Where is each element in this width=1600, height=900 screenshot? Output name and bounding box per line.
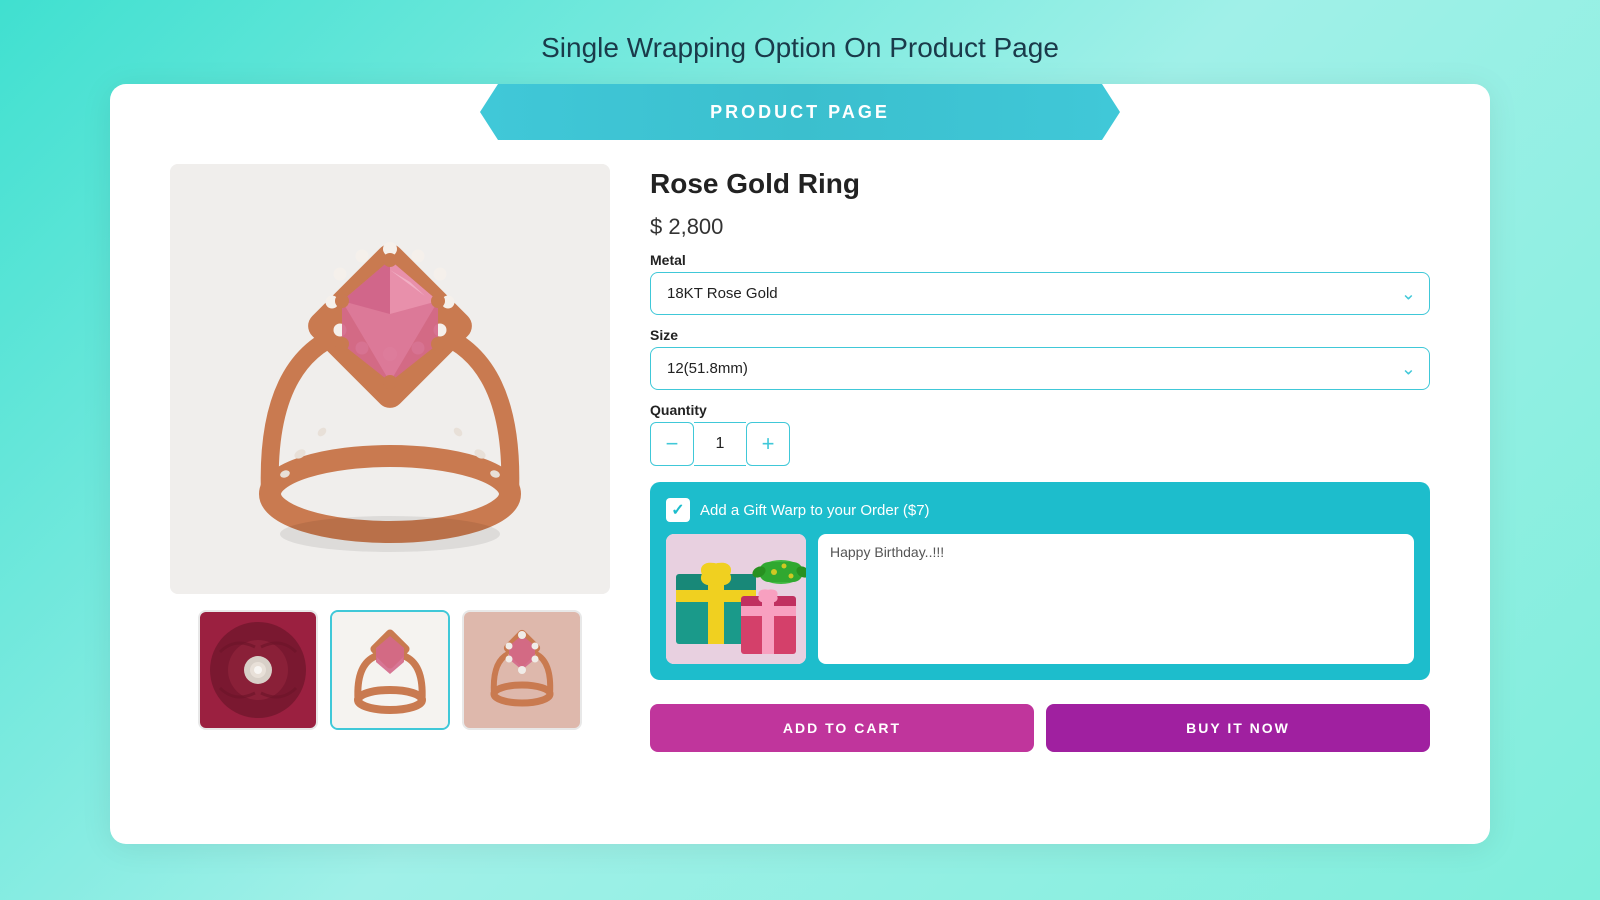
- size-select[interactable]: 12(51.8mm) 6(16.5mm) 7(17.3mm) 8(18.1mm)…: [650, 347, 1430, 390]
- main-product-image: [170, 164, 610, 594]
- product-price: $ 2,800: [650, 214, 1430, 240]
- add-to-cart-button[interactable]: ADD TO CART: [650, 704, 1034, 752]
- thumbnail-3[interactable]: [462, 610, 582, 730]
- gift-wrap-checkbox[interactable]: ✓: [666, 498, 690, 522]
- product-page-banner: PRODUCT PAGE: [480, 84, 1120, 140]
- gift-wrap-label: Add a Gift Warp to your Order ($7): [700, 502, 930, 519]
- image-gallery: [170, 164, 610, 752]
- metal-select-wrap: 18KT Rose Gold 14KT Rose Gold 18KT White…: [650, 272, 1430, 315]
- quantity-value: 1: [694, 422, 746, 466]
- thumbnail-2[interactable]: [330, 610, 450, 730]
- size-select-wrap: 12(51.8mm) 6(16.5mm) 7(17.3mm) 8(18.1mm)…: [650, 347, 1430, 390]
- quantity-stepper: − 1 +: [650, 422, 1430, 466]
- thumbnail-row: [198, 610, 582, 730]
- gift-message-text: Happy Birthday..!!!: [830, 544, 944, 560]
- quantity-increase-button[interactable]: +: [746, 422, 790, 466]
- quantity-label: Quantity: [650, 402, 1430, 418]
- quantity-decrease-button[interactable]: −: [650, 422, 694, 466]
- page-title: Single Wrapping Option On Product Page: [541, 32, 1059, 64]
- thumbnail-1[interactable]: [198, 610, 318, 730]
- metal-label: Metal: [650, 252, 1430, 268]
- buy-now-button[interactable]: BUY IT NOW: [1046, 704, 1430, 752]
- product-card: PRODUCT PAGE: [110, 84, 1490, 844]
- metal-select[interactable]: 18KT Rose Gold 14KT Rose Gold 18KT White…: [650, 272, 1430, 315]
- gift-wrap-image: [666, 534, 806, 664]
- gift-wrap-content: Happy Birthday..!!!: [666, 534, 1414, 664]
- action-buttons: ADD TO CART BUY IT NOW: [650, 704, 1430, 752]
- metal-field: Metal 18KT Rose Gold 14KT Rose Gold 18KT…: [650, 252, 1430, 315]
- product-name: Rose Gold Ring: [650, 168, 1430, 200]
- gift-message-input[interactable]: Happy Birthday..!!!: [818, 534, 1414, 664]
- quantity-field: Quantity − 1 +: [650, 402, 1430, 466]
- size-label: Size: [650, 327, 1430, 343]
- size-field: Size 12(51.8mm) 6(16.5mm) 7(17.3mm) 8(18…: [650, 327, 1430, 390]
- checkmark-icon: ✓: [671, 500, 684, 520]
- gift-wrap-section: ✓ Add a Gift Warp to your Order ($7): [650, 482, 1430, 680]
- product-details: Rose Gold Ring $ 2,800 Metal 18KT Rose G…: [650, 164, 1430, 752]
- banner-text: PRODUCT PAGE: [710, 102, 890, 123]
- gift-wrap-header: ✓ Add a Gift Warp to your Order ($7): [666, 498, 1414, 522]
